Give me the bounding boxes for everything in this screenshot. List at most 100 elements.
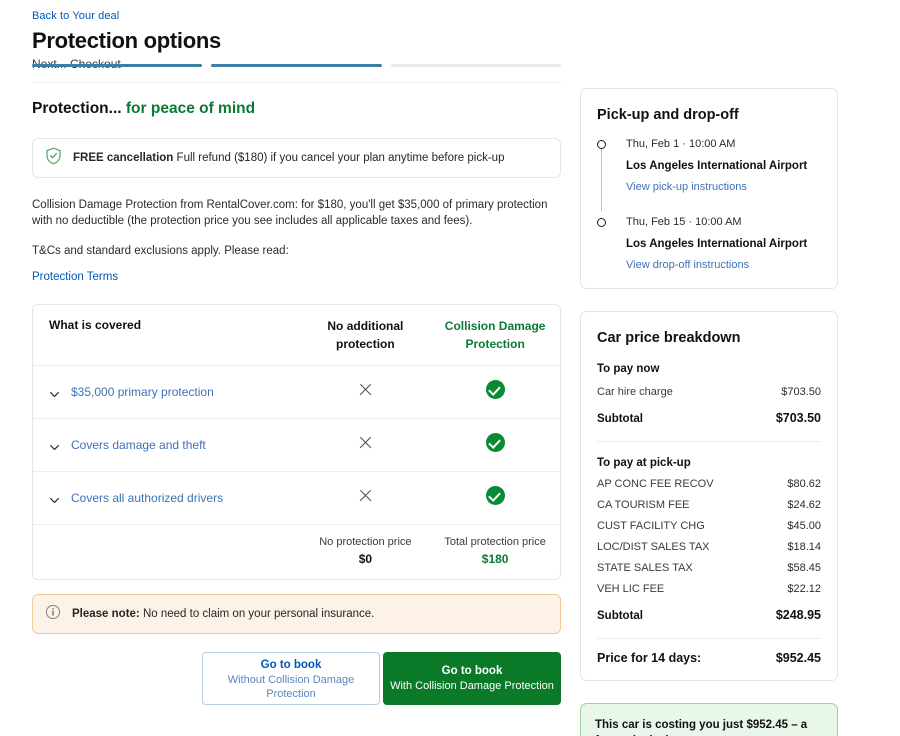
collision-cell [430, 486, 560, 510]
check-circle-icon [485, 380, 505, 399]
feature-cell[interactable]: $35,000 primary protection [33, 384, 301, 400]
circle-marker-icon [597, 218, 606, 227]
no-protection-cell [301, 382, 431, 402]
header-cell-feature: What is covered [33, 317, 301, 334]
pickup-dropoff-timeline: Thu, Feb 1 · 10:00 AM Los Angeles Intern… [597, 137, 821, 273]
go-to-book-without-protection-button[interactable]: Go to book Without Collision Damage Prot… [202, 652, 380, 705]
cross-icon [358, 382, 373, 397]
cross-icon [358, 435, 373, 450]
price-line: CA TOURISM FEE $24.62 [597, 498, 821, 513]
car-price-breakdown-card: Car price breakdown To pay now Car hire … [580, 311, 838, 681]
to-pay-at-pickup-title: To pay at pick-up [597, 457, 691, 469]
price-line: CUST FACILITY CHG $45.00 [597, 519, 821, 534]
timeline-item-pickup: Thu, Feb 1 · 10:00 AM Los Angeles Intern… [597, 137, 821, 195]
no-protection-cell [301, 435, 431, 455]
price-line-value: $24.62 [787, 499, 821, 511]
table-row[interactable]: Covers all authorized drivers [33, 471, 560, 524]
accept-button-subtitle: With Collision Damage Protection [390, 680, 554, 692]
to-pay-now-title: To pay now [597, 363, 660, 375]
table-header-row: What is covered No additional protection… [33, 305, 560, 365]
shield-check-icon [45, 147, 62, 170]
info-circle-icon [45, 604, 61, 625]
dropoff-location: Los Angeles International Airport [626, 238, 808, 250]
subtotal-label: Subtotal [597, 413, 643, 425]
collision-cell [430, 433, 560, 457]
feature-cell[interactable]: Covers all authorized drivers [33, 490, 301, 506]
check-circle-icon [485, 433, 505, 452]
free-cancellation-banner: FREE cancellation Full refund ($180) if … [32, 138, 561, 178]
price-line-value: $22.12 [787, 583, 821, 595]
header-no-protection-label: No additional protection [327, 319, 404, 351]
price-line-label: LOC/DIST SALES TAX [597, 541, 710, 553]
go-to-book-with-protection-button[interactable]: Go to book With Collision Damage Protect… [383, 652, 561, 705]
table-row[interactable]: $35,000 primary protection [33, 365, 560, 418]
progress-segment-3 [390, 64, 561, 67]
table-row[interactable]: Covers damage and theft [33, 418, 560, 471]
subtotal-label: Subtotal [597, 610, 643, 622]
decline-button-title: Go to book [260, 658, 322, 671]
collision-price-label: Total protection price [444, 536, 546, 548]
price-line: LOC/DIST SALES TAX $18.14 [597, 540, 821, 555]
page-header: Back to Your deal Protection options Nex… [32, 6, 562, 72]
price-line: STATE SALES TAX $58.45 [597, 561, 821, 576]
feature-cell[interactable]: Covers damage and theft [33, 437, 301, 453]
section-title: Protection... for peace of mind [32, 98, 561, 120]
subtotal-value: $703.50 [775, 411, 821, 425]
circle-marker-icon [597, 140, 606, 149]
great-deal-card: This car is costing you just $952.45 – a… [580, 703, 838, 736]
sidebar: Pick-up and drop-off Thu, Feb 1 · 10:00 … [580, 88, 838, 736]
collision-price-cell: Total protection price $180 [430, 534, 560, 567]
subtotal-value: $248.95 [775, 608, 821, 622]
price-divider [597, 638, 821, 639]
price-line-label: VEH LIC FEE [597, 583, 665, 595]
pay-pickup-subtotal: Subtotal $248.95 [597, 608, 821, 624]
chevron-down-icon[interactable] [49, 440, 60, 451]
view-pickup-instructions-link[interactable]: View pick-up instructions [626, 180, 747, 195]
no-protection-price-cell: No protection price $0 [301, 534, 431, 567]
terms-intro: T&Cs and standard exclusions apply. Plea… [32, 245, 289, 257]
back-to-deal-link[interactable]: Back to Your deal [32, 9, 119, 23]
progress-segment-1 [32, 64, 203, 67]
page-title: Protection options [32, 28, 221, 53]
section-title-lead: Protection... [32, 100, 122, 117]
view-dropoff-instructions-link[interactable]: View drop-off instructions [626, 258, 749, 273]
chevron-down-icon[interactable] [49, 387, 60, 398]
accept-button-title: Go to book [441, 665, 503, 677]
please-note-text: Please note: No need to claim on your pe… [72, 607, 374, 622]
total-price-line: Price for 14 days: $952.45 [597, 651, 821, 666]
collision-price-value: $180 [481, 552, 509, 566]
header-cell-no-protection: No additional protection [301, 317, 431, 353]
free-cancellation-text: FREE cancellation Full refund ($180) if … [73, 151, 504, 166]
feature-label[interactable]: Covers damage and theft [71, 437, 206, 453]
timeline-item-dropoff: Thu, Feb 15 · 10:00 AM Los Angeles Inter… [597, 215, 821, 273]
pickup-location: Los Angeles International Airport [626, 160, 808, 172]
header-feature-label: What is covered [49, 318, 142, 332]
collision-cell [430, 380, 560, 404]
free-cancellation-bold: FREE cancellation [73, 151, 174, 164]
no-protection-cell [301, 488, 431, 508]
check-circle-icon [485, 486, 505, 505]
checkout-progress-bar [32, 64, 561, 67]
no-protection-price-value: $0 [358, 552, 373, 566]
dropoff-datetime: Thu, Feb 15 · 10:00 AM [626, 216, 742, 228]
free-cancellation-detail: Full refund ($180) if you cancel your pl… [173, 151, 505, 164]
please-note-banner: Please note: No need to claim on your pe… [32, 594, 561, 634]
header-cell-collision: Collision Damage Protection [430, 317, 560, 353]
pay-now-subtotal: Subtotal $703.50 [597, 411, 821, 427]
price-line-value: $80.62 [787, 478, 821, 490]
pickup-dropoff-card: Pick-up and drop-off Thu, Feb 1 · 10:00 … [580, 88, 838, 289]
pickup-dropoff-title: Pick-up and drop-off [597, 107, 739, 123]
pickup-datetime: Thu, Feb 1 · 10:00 AM [626, 138, 736, 150]
price-line-label: CA TOURISM FEE [597, 499, 690, 511]
price-line-value: $58.45 [787, 562, 821, 574]
feature-label[interactable]: Covers all authorized drivers [71, 490, 223, 506]
price-line-label: STATE SALES TAX [597, 562, 693, 574]
price-divider [597, 441, 821, 442]
main-content: Protection... for peace of mind FREE can… [32, 98, 561, 705]
price-line: AP CONC FEE RECOV $80.62 [597, 477, 821, 492]
protection-terms-link[interactable]: Protection Terms [32, 271, 118, 283]
feature-label[interactable]: $35,000 primary protection [71, 384, 214, 400]
price-line: VEH LIC FEE $22.12 [597, 582, 821, 597]
deal-headline: This car is costing you just $952.45 – a… [595, 719, 808, 736]
chevron-down-icon[interactable] [49, 493, 60, 504]
